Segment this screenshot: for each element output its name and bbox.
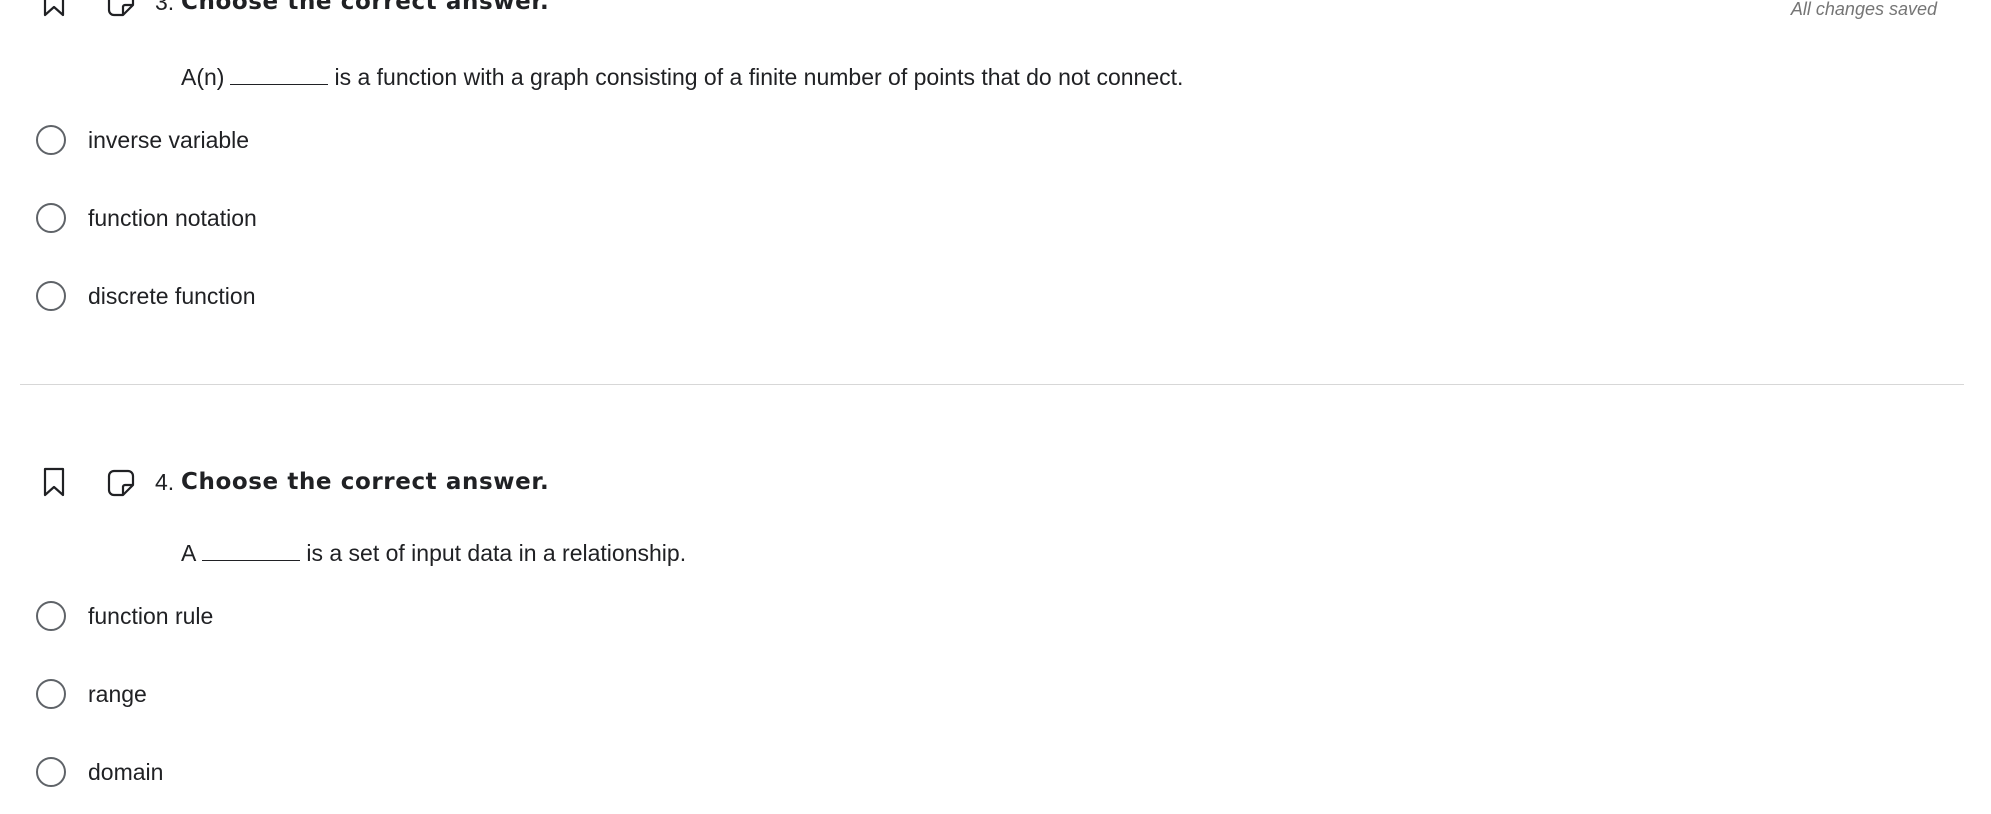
option-function-notation[interactable]: function notation [36, 200, 257, 236]
question-divider [20, 384, 1964, 385]
question-header: 4. Choose the correct answer. [0, 466, 1000, 502]
question-title: Choose the correct answer. [181, 0, 550, 15]
option-label: domain [88, 758, 164, 785]
bookmark-icon[interactable] [40, 0, 68, 18]
radio-unchecked-icon[interactable] [36, 757, 66, 787]
radio-unchecked-icon[interactable] [36, 601, 66, 631]
bookmark-icon[interactable] [40, 466, 68, 498]
question-prompt: A(n) is a function with a graph consistin… [181, 64, 1183, 91]
option-label: function notation [88, 204, 257, 231]
note-icon[interactable] [106, 468, 136, 498]
radio-unchecked-icon[interactable] [36, 125, 66, 155]
save-status: All changes saved [1790, 0, 1937, 19]
question-number: 4. [155, 469, 175, 495]
option-domain[interactable]: domain [36, 754, 163, 790]
option-label: range [88, 680, 147, 707]
radio-unchecked-icon[interactable] [36, 281, 66, 311]
answer-blank [230, 64, 329, 85]
quiz-page: All changes saved 3. Choose the correct … [0, 0, 1991, 814]
option-label: inverse variable [88, 126, 250, 153]
option-discrete-function[interactable]: discrete function [36, 278, 255, 314]
option-label: discrete function [88, 282, 256, 309]
option-inverse-variable[interactable]: inverse variable [36, 122, 249, 158]
radio-unchecked-icon[interactable] [36, 203, 66, 233]
answer-blank [202, 540, 301, 561]
question-prompt: Ais a set of input data in a relationshi… [181, 540, 686, 567]
option-label: function rule [88, 602, 214, 629]
prompt-before: A(n) [181, 64, 225, 90]
question-header: 3. Choose the correct answer. [0, 0, 1000, 22]
prompt-after: is a set of input data in a relationship… [306, 540, 687, 566]
prompt-before: A [181, 540, 197, 566]
question-title: Choose the correct answer. [181, 469, 550, 495]
option-function-rule[interactable]: function rule [36, 598, 213, 634]
prompt-after: is a function with a graph consisting of… [334, 64, 1184, 90]
question-number: 3. [155, 0, 175, 15]
radio-unchecked-icon[interactable] [36, 679, 66, 709]
note-icon[interactable] [106, 0, 136, 18]
option-range[interactable]: range [36, 676, 147, 712]
